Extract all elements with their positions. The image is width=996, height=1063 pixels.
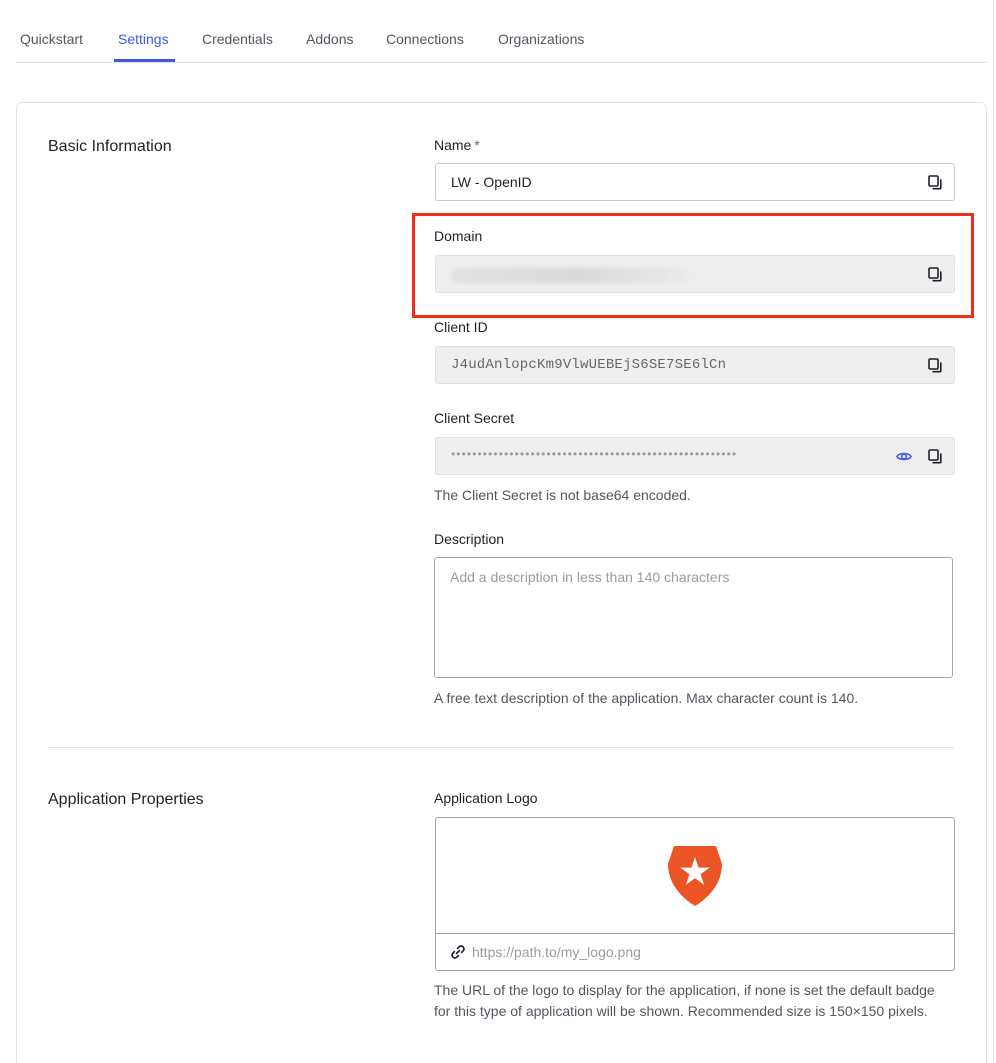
logo-url-row — [436, 934, 954, 970]
copy-icon[interactable] — [928, 358, 942, 373]
tab-connections[interactable]: Connections — [386, 31, 464, 47]
tab-organizations[interactable]: Organizations — [498, 31, 584, 47]
tab-quickstart[interactable]: Quickstart — [20, 31, 83, 47]
basic-information-heading: Basic Information — [48, 138, 172, 155]
link-icon — [451, 945, 465, 959]
client-id-field[interactable]: J4udAnlopcKm9VlwUEBEjS6SE7SE6lCn — [435, 346, 955, 384]
tab-credentials[interactable]: Credentials — [202, 31, 273, 47]
domain-highlight-box — [412, 213, 974, 318]
section-divider — [48, 747, 954, 748]
name-value: LW - OpenID — [451, 174, 532, 190]
copy-icon[interactable] — [928, 449, 942, 464]
application-logo-help: The URL of the logo to display for the a… — [434, 982, 935, 1019]
client-id-label: Client ID — [434, 319, 488, 335]
tab-settings[interactable]: Settings — [118, 31, 169, 47]
client-secret-field[interactable]: ••••••••••••••••••••••••••••••••••••••••… — [435, 437, 955, 475]
required-mark: * — [474, 137, 480, 153]
eye-icon[interactable] — [896, 450, 912, 463]
application-logo-field — [435, 817, 955, 971]
client-secret-label: Client Secret — [434, 410, 515, 426]
window-edge — [993, 0, 994, 1063]
client-secret-masked-value: ••••••••••••••••••••••••••••••••••••••••… — [451, 447, 738, 461]
application-logo-label: Application Logo — [434, 790, 538, 806]
copy-icon[interactable] — [928, 175, 942, 190]
description-input[interactable] — [434, 557, 953, 678]
client-secret-help: The Client Secret is not base64 encoded. — [434, 487, 691, 503]
tab-addons[interactable]: Addons — [306, 31, 353, 47]
name-field[interactable]: LW - OpenID — [435, 163, 955, 201]
description-help: A free text description of the applicati… — [434, 690, 859, 706]
client-id-value: J4udAnlopcKm9VlwUEBEjS6SE7SE6lCn — [451, 357, 727, 373]
logo-preview — [436, 818, 954, 934]
logo-url-input[interactable] — [472, 942, 932, 962]
active-tab-indicator — [114, 59, 175, 62]
auth0-shield-star-logo — [668, 846, 722, 906]
tab-bar: Quickstart Settings Credentials Addons C… — [16, 0, 987, 63]
name-label: Name * — [434, 137, 480, 153]
application-properties-heading: Application Properties — [48, 791, 204, 808]
description-label: Description — [434, 531, 505, 547]
